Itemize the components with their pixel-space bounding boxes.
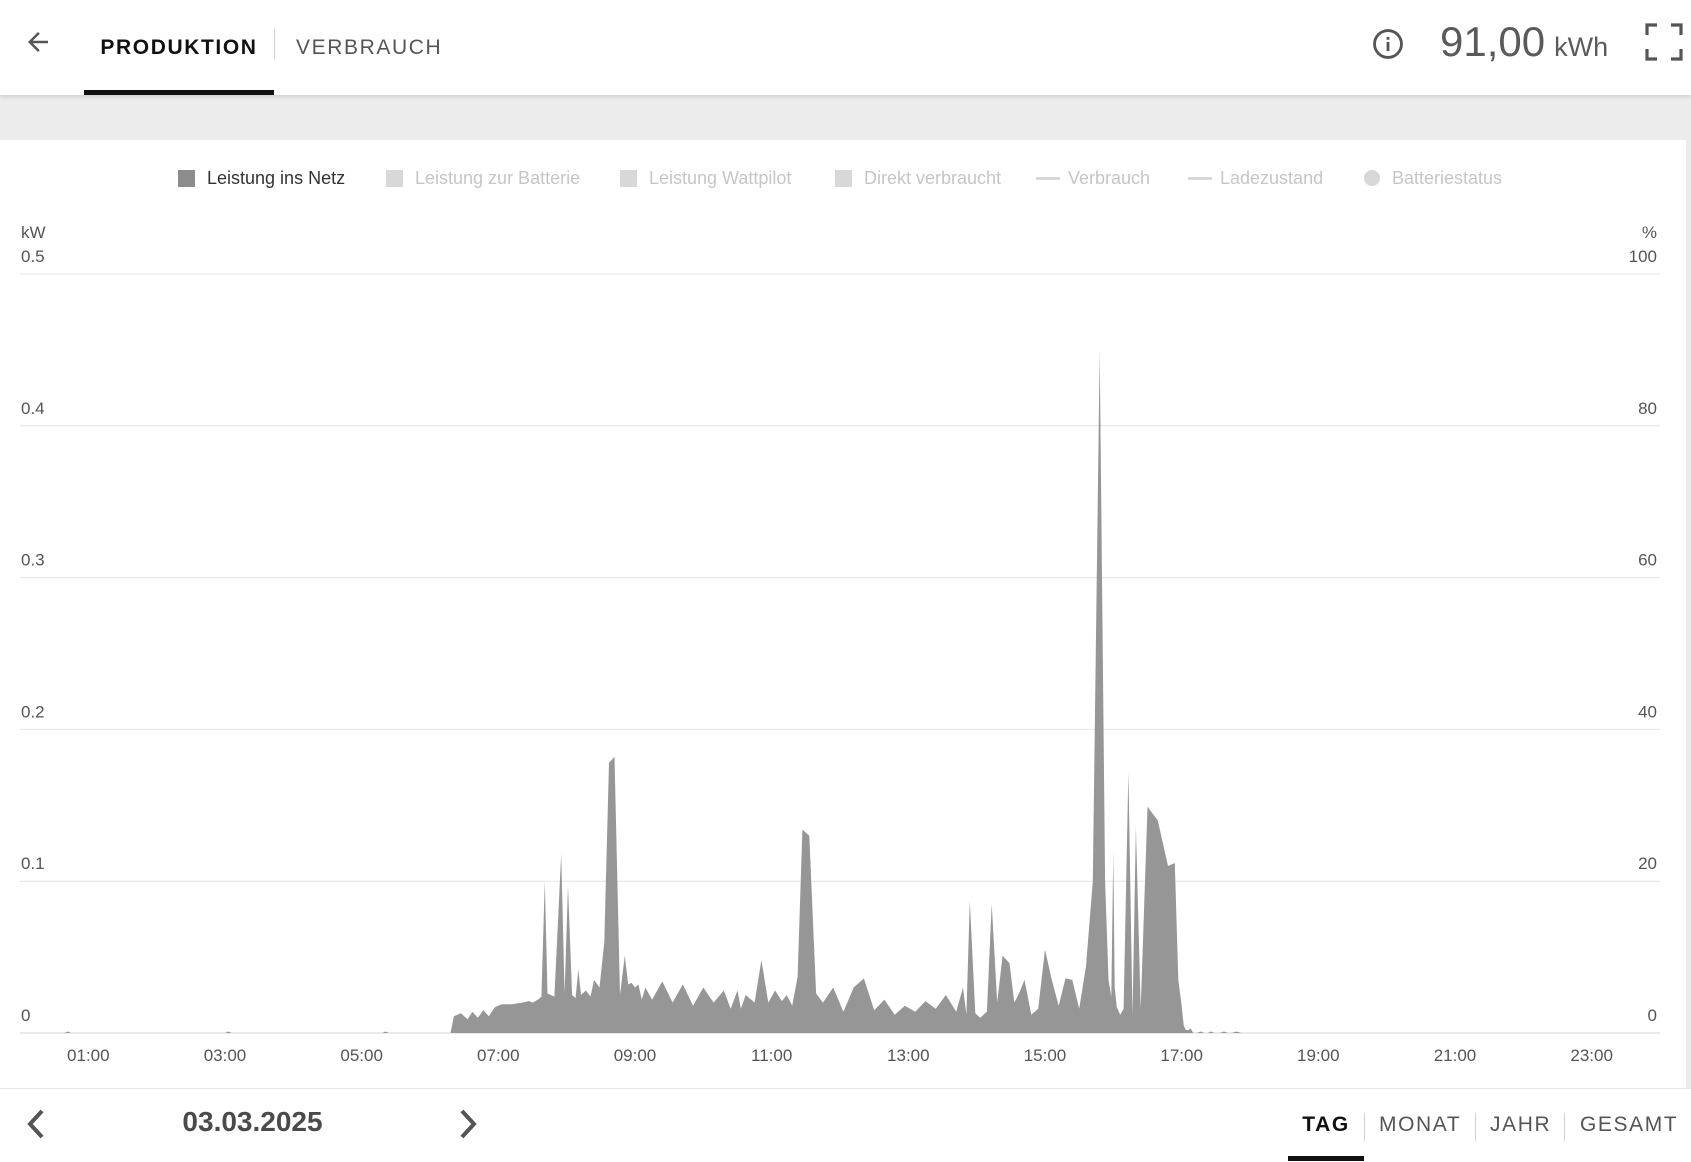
x-tick-label: 05:00	[340, 1046, 383, 1065]
legend-label: Ladezustand	[1220, 167, 1324, 188]
y-tick-label-right: 40	[1638, 702, 1657, 721]
x-tick-label: 17:00	[1160, 1046, 1203, 1065]
tab-jahr[interactable]: JAHR	[1490, 1089, 1551, 1161]
y-tick-label-right: 60	[1638, 551, 1657, 570]
tab-gesamt[interactable]: GESAMT	[1580, 1089, 1678, 1161]
chevron-left-icon	[27, 1109, 44, 1139]
y-axis-unit-right: %	[1642, 223, 1657, 242]
x-tick-label: 23:00	[1570, 1046, 1613, 1065]
x-tick-label: 15:00	[1024, 1046, 1067, 1065]
legend-item-batteriestatus[interactable]: Batteriestatus	[1364, 166, 1502, 190]
legend-swatch	[1188, 176, 1212, 180]
toolbar-spacer	[0, 95, 1691, 140]
y-tick-label-right: 20	[1638, 854, 1657, 873]
legend-label: Leistung zur Batterie	[415, 167, 581, 188]
legend-swatch	[835, 169, 852, 187]
y-tick-label-right: 80	[1638, 399, 1657, 418]
previous-day-button[interactable]	[16, 1103, 56, 1145]
y-tick-label-right: 100	[1629, 247, 1657, 266]
legend-item-leistung-ins-netz[interactable]: Leistung ins Netz	[178, 166, 345, 190]
tab-verbrauch-label: VERBRAUCH	[296, 35, 443, 59]
legend-label: Verbrauch	[1068, 167, 1151, 188]
chevron-right-icon	[460, 1109, 477, 1139]
legend-item-leistung-wattpilot[interactable]: Leistung Wattpilot	[620, 166, 791, 190]
legend-label: Batteriestatus	[1392, 167, 1503, 188]
period-label: TAG	[1302, 1113, 1350, 1136]
next-day-button[interactable]	[448, 1103, 488, 1145]
legend-item-leistung-zur-batterie[interactable]: Leistung zur Batterie	[386, 166, 580, 190]
legend-swatch	[1364, 170, 1380, 186]
legend-label: Direkt verbraucht	[864, 167, 1002, 188]
legend-swatch	[178, 169, 195, 187]
legend-item-verbrauch[interactable]: Verbrauch	[1036, 166, 1150, 190]
legend-swatch	[1036, 176, 1060, 180]
arrow-left-icon	[28, 32, 48, 52]
info-button[interactable]	[1371, 27, 1405, 61]
right-gutter	[1686, 140, 1691, 1090]
y-tick-label-right: 0	[1648, 1006, 1657, 1025]
total-unit: kWh	[1554, 32, 1609, 62]
y-tick-label-left: 0.1	[21, 854, 45, 873]
tab-tag[interactable]: TAG	[1288, 1089, 1364, 1161]
x-tick-label: 13:00	[887, 1046, 930, 1065]
total-energy: 91,00 kWh	[1440, 18, 1608, 68]
chart-legend: Leistung ins Netz Leistung zur Batterie …	[0, 166, 1691, 190]
legend-label: Leistung ins Netz	[207, 167, 346, 188]
y-tick-label-left: 0.5	[21, 247, 45, 266]
y-tick-label-left: 0.2	[21, 702, 45, 721]
back-button[interactable]	[18, 22, 58, 62]
tab-produktion-label: PRODUKTION	[100, 35, 258, 59]
x-tick-label: 03:00	[204, 1046, 247, 1065]
top-bar: PRODUKTION VERBRAUCH 91,00 kWh	[0, 0, 1691, 95]
x-tick-label: 09:00	[614, 1046, 657, 1065]
period-label: GESAMT	[1580, 1113, 1679, 1136]
legend-swatch	[620, 169, 637, 187]
date-label[interactable]: 03.03.2025	[170, 1106, 335, 1138]
tab-verbrauch[interactable]: VERBRAUCH	[296, 0, 442, 95]
period-label: JAHR	[1490, 1113, 1552, 1136]
bottom-bar: 03.03.2025 TAG MONAT JAHR GESAMT	[0, 1088, 1691, 1162]
x-tick-label: 07:00	[477, 1046, 520, 1065]
period-divider	[1364, 1113, 1365, 1141]
x-tick-label: 11:00	[751, 1046, 792, 1065]
x-tick-label: 21:00	[1434, 1046, 1477, 1065]
legend-swatch	[386, 169, 403, 187]
series-area-leistung-ins-netz	[20, 351, 1247, 1033]
y-axis-unit-left: kW	[21, 223, 46, 242]
period-divider	[1475, 1113, 1476, 1141]
legend-item-direkt-verbraucht[interactable]: Direkt verbraucht	[835, 166, 1001, 190]
legend-label: Leistung Wattpilot	[649, 167, 792, 188]
info-circle-icon	[1373, 29, 1403, 59]
tab-monat[interactable]: MONAT	[1379, 1089, 1461, 1161]
y-tick-label-left: 0.3	[21, 551, 45, 570]
period-label: MONAT	[1379, 1113, 1462, 1136]
period-divider	[1564, 1113, 1565, 1141]
production-chart: 0 0 0.1 20 0.2 40 0.3 60 0.4 80 0.5 100 kW % 01:00 03:0…	[20, 223, 1660, 1065]
y-tick-label-left: 0	[21, 1006, 30, 1025]
fullscreen-icon	[1645, 23, 1683, 61]
tab-produktion[interactable]: PRODUKTION	[84, 0, 274, 95]
total-value: 91,00	[1440, 18, 1546, 65]
fullscreen-button[interactable]	[1644, 22, 1684, 62]
y-tick-label-left: 0.4	[21, 399, 45, 418]
x-tick-label: 19:00	[1297, 1046, 1340, 1065]
x-tick-label: 01:00	[67, 1046, 110, 1065]
legend-item-ladezustand[interactable]: Ladezustand	[1188, 166, 1323, 190]
tab-divider	[274, 29, 275, 59]
